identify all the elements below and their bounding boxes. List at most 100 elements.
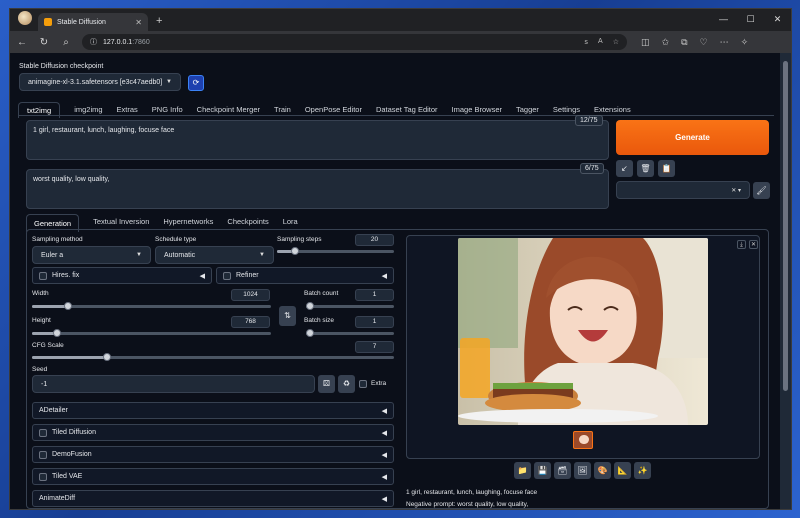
close-tab-icon[interactable]: ✕: [135, 18, 142, 27]
heart-icon[interactable]: ♡: [700, 37, 708, 48]
clipboard-icon[interactable]: 📋: [658, 160, 675, 177]
random-seed-dice-icon[interactable]: ⚄: [318, 375, 335, 393]
refiner-checkbox[interactable]: [223, 271, 231, 280]
tab-divider: [18, 115, 774, 116]
tiled-diffusion-label: Tiled Diffusion: [52, 429, 96, 436]
tiled-diffusion-checkbox[interactable]: [39, 428, 47, 437]
sampling-steps-input[interactable]: 20: [355, 234, 394, 246]
demofusion-label: DemoFusion: [52, 451, 92, 458]
batch-count-slider[interactable]: [306, 302, 394, 310]
width-input[interactable]: 1024: [231, 289, 270, 301]
zip-icon[interactable]: 🗃: [554, 462, 571, 479]
collapse-triangle-icon: ◀: [381, 473, 387, 481]
send-to-extras-icon[interactable]: 📐: [614, 462, 631, 479]
animatediff-label: AnimateDiff: [39, 495, 76, 502]
extra-seed-checkbox[interactable]: [359, 380, 367, 388]
refiner-label: Refiner: [236, 272, 259, 279]
styles-dropdown[interactable]: ✕ ▾: [616, 181, 750, 199]
slider-knob[interactable]: [64, 302, 72, 310]
window-controls: — ☐ ✕: [710, 9, 791, 29]
cfg-scale-slider[interactable]: [32, 353, 394, 361]
trash-icon[interactable]: 🗑: [637, 160, 654, 177]
url-field[interactable]: ⓘ 127.0.0.1:7860 ꜱ A ☆: [82, 34, 627, 50]
batch-size-slider[interactable]: [306, 329, 394, 337]
browser-tab-title: Stable Diffusion: [57, 18, 106, 26]
slider-knob[interactable]: [103, 353, 111, 361]
slider-knob[interactable]: [53, 329, 61, 337]
slider-knob[interactable]: [306, 329, 314, 337]
demofusion-accordion[interactable]: DemoFusion ◀: [32, 446, 394, 463]
minimize-icon[interactable]: —: [710, 9, 737, 29]
batch-size-label: Batch size: [304, 317, 334, 324]
swap-dimensions-button[interactable]: ⇅: [279, 306, 296, 326]
negative-token-counter: 6/75: [580, 163, 604, 174]
browser-tab[interactable]: Stable Diffusion ✕: [38, 13, 148, 31]
profile-avatar-icon[interactable]: [18, 11, 32, 25]
tiled-diffusion-accordion[interactable]: Tiled Diffusion ◀: [32, 424, 394, 441]
paste-params-button[interactable]: ↙: [616, 160, 633, 177]
refresh-checkpoint-button[interactable]: ⟳: [188, 75, 204, 91]
batch-size-input[interactable]: 1: [355, 316, 394, 328]
cfg-scale-label: CFG Scale: [32, 342, 64, 349]
generated-image-illustration: [458, 238, 708, 425]
new-tab-icon[interactable]: +: [156, 15, 162, 27]
favorite-star-icon[interactable]: ☆: [613, 38, 619, 46]
reuse-seed-recycle-icon[interactable]: ♻: [338, 375, 355, 393]
slider-knob[interactable]: [306, 302, 314, 310]
search-icon[interactable]: ⌕: [60, 37, 72, 48]
demofusion-checkbox[interactable]: [39, 450, 47, 459]
tiled-vae-accordion[interactable]: Tiled VAE ◀: [32, 468, 394, 485]
edit-styles-brush-icon[interactable]: 🖌: [753, 182, 770, 199]
schedule-type-label: Schedule type: [155, 236, 197, 243]
hires-fix-checkbox[interactable]: [39, 271, 47, 280]
page-scrollbar[interactable]: [780, 53, 791, 509]
slider-knob[interactable]: [291, 247, 299, 255]
negative-prompt-input[interactable]: worst quality, low quality,: [26, 169, 609, 209]
schedule-type-dropdown[interactable]: Automatic ▼: [155, 246, 274, 264]
sampling-method-dropdown[interactable]: Euler a ▼: [32, 246, 151, 264]
checkpoint-dropdown[interactable]: animagine-xl-3.1.safetensors [e3c47aedb0…: [19, 73, 181, 91]
open-folder-icon[interactable]: 📁: [514, 462, 531, 479]
favorites-icon[interactable]: ✩: [662, 37, 670, 48]
split-screen-icon[interactable]: ◫: [641, 37, 650, 48]
more-menu-icon[interactable]: ⋯: [720, 37, 729, 48]
adetailer-accordion[interactable]: ADetailer ◀: [32, 402, 394, 419]
send-to-img2img-icon[interactable]: 🖼: [574, 462, 591, 479]
sparkle-icon[interactable]: ✨: [634, 462, 651, 479]
positive-token-counter: 12/75: [575, 115, 603, 126]
positive-prompt-input[interactable]: 1 girl, restaurant, lunch, laughing, foc…: [26, 120, 609, 160]
close-gallery-icon[interactable]: ✕: [749, 240, 758, 249]
send-to-inpaint-icon[interactable]: 🎨: [594, 462, 611, 479]
batch-count-input[interactable]: 1: [355, 289, 394, 301]
gallery-thumbnail[interactable]: [573, 431, 593, 449]
save-icon[interactable]: 💾: [534, 462, 551, 479]
sampling-steps-slider[interactable]: [277, 247, 394, 255]
collapse-triangle-icon: ◀: [381, 451, 387, 459]
read-aloud-icon[interactable]: ꜱ: [584, 38, 588, 46]
download-icon[interactable]: ⤓: [737, 240, 746, 249]
hires-fix-accordion[interactable]: Hires. fix ◀: [32, 267, 212, 284]
tiled-vae-checkbox[interactable]: [39, 472, 47, 481]
adetailer-label: ADetailer: [39, 407, 68, 414]
webui-page: Stable Diffusion checkpoint animagine-xl…: [10, 53, 782, 509]
info-icon[interactable]: ⓘ: [90, 37, 97, 47]
refiner-accordion[interactable]: Refiner ◀: [216, 267, 394, 284]
seed-input[interactable]: -1: [32, 375, 315, 393]
back-icon[interactable]: ←: [16, 37, 28, 48]
address-bar: ← ↻ ⌕ ⓘ 127.0.0.1:7860 ꜱ A ☆ ◫ ✩ ⧉ ♡ ⋯ ✧: [10, 31, 791, 53]
generate-button[interactable]: Generate: [616, 120, 769, 155]
generated-image[interactable]: [458, 238, 708, 425]
close-window-icon[interactable]: ✕: [764, 9, 791, 29]
checkpoint-label: Stable Diffusion checkpoint: [19, 63, 104, 70]
scrollbar-thumb[interactable]: [783, 61, 788, 391]
translate-icon[interactable]: A: [598, 38, 603, 46]
reload-icon[interactable]: ↻: [38, 37, 50, 48]
width-slider[interactable]: [32, 302, 271, 310]
collections-icon[interactable]: ⧉: [681, 37, 687, 48]
height-input[interactable]: 768: [231, 316, 270, 328]
copilot-icon[interactable]: ✧: [741, 37, 749, 48]
height-slider[interactable]: [32, 329, 271, 337]
maximize-icon[interactable]: ☐: [737, 9, 764, 29]
cfg-scale-input[interactable]: 7: [355, 341, 394, 353]
animatediff-accordion[interactable]: AnimateDiff ◀: [32, 490, 394, 507]
